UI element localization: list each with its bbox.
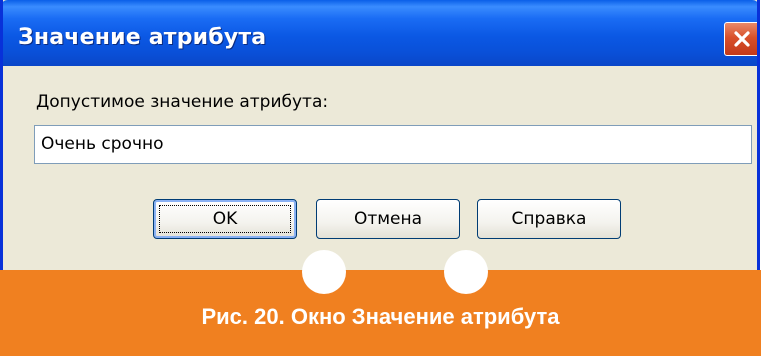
help-button[interactable]: Справка bbox=[477, 199, 621, 239]
help-button-label: Справка bbox=[511, 209, 587, 229]
figure-caption: Рис. 20. Окно Значение атрибута bbox=[201, 304, 560, 329]
close-icon bbox=[734, 31, 750, 47]
screenshot-stage: Значение атрибута Допустимое значение ат… bbox=[0, 0, 761, 356]
decorative-circle-left bbox=[302, 250, 346, 294]
cancel-button-label: Отмена bbox=[353, 209, 423, 229]
ok-button-label: OK bbox=[212, 209, 238, 229]
decorative-circle-right bbox=[444, 250, 488, 294]
cancel-button[interactable]: Отмена bbox=[316, 199, 460, 239]
attribute-value-input[interactable]: Очень срочно bbox=[34, 125, 752, 164]
close-button[interactable] bbox=[724, 22, 757, 56]
dialog-content: Допустимое значение атрибута: Очень сроч… bbox=[3, 66, 757, 270]
attribute-value-dialog: Значение атрибута Допустимое значение ат… bbox=[0, 0, 760, 270]
title-bar[interactable]: Значение атрибута bbox=[3, 0, 757, 66]
ok-button[interactable]: OK bbox=[153, 199, 297, 239]
dialog-title: Значение атрибута bbox=[18, 25, 267, 50]
caption-banner: Рис. 20. Окно Значение атрибута bbox=[0, 250, 761, 356]
allowed-value-label: Допустимое значение атрибута: bbox=[36, 92, 329, 112]
